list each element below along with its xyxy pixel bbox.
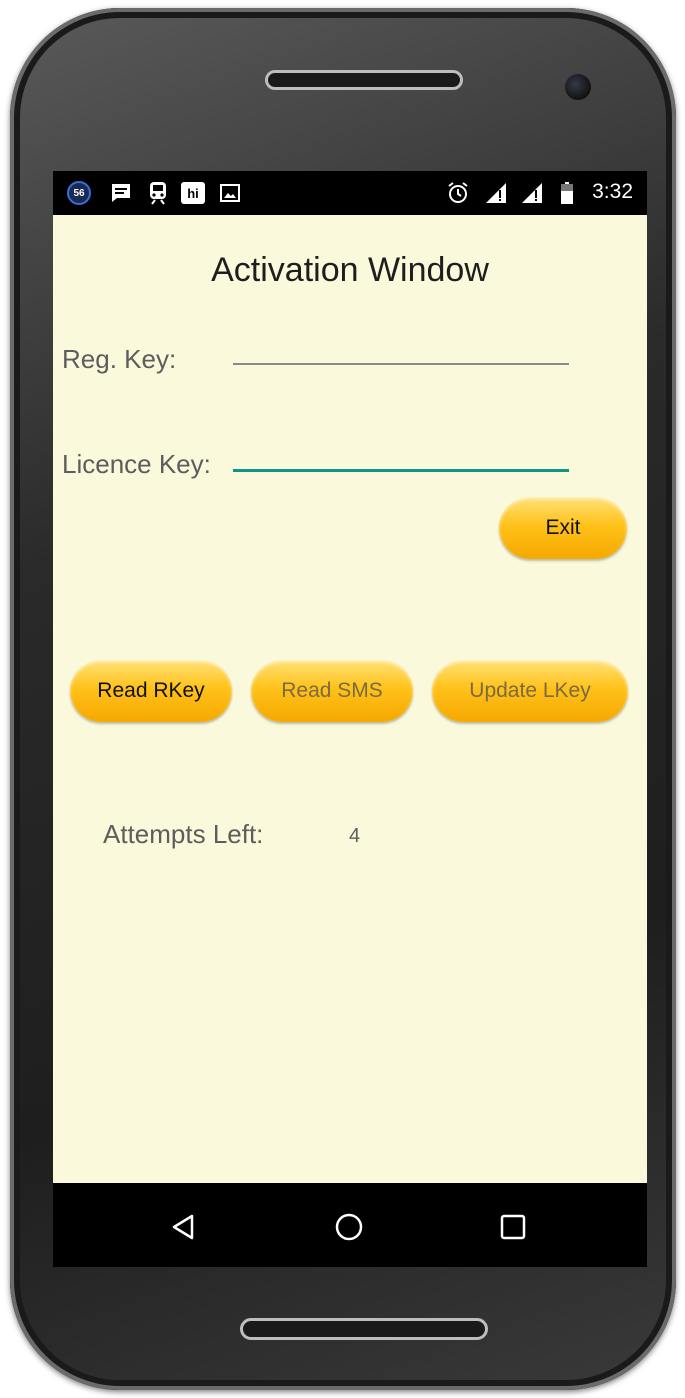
- update-lkey-button[interactable]: Update LKey: [432, 660, 628, 722]
- image-icon: [219, 181, 241, 205]
- licence-key-input[interactable]: [233, 433, 569, 472]
- page-title: Activation Window: [211, 251, 489, 289]
- status-bar: 56 hi 3:32: [53, 171, 647, 215]
- notification-count-icon: 56: [67, 181, 91, 205]
- signal-icon: [483, 181, 509, 205]
- home-icon[interactable]: [329, 1207, 369, 1247]
- read-sms-button[interactable]: Read SMS: [251, 660, 413, 722]
- front-camera: [565, 74, 591, 100]
- attempts-left-label: Attempts Left:: [103, 819, 264, 849]
- bottom-speaker: [240, 1318, 488, 1340]
- train-icon: [147, 181, 169, 205]
- battery-icon: [560, 181, 574, 205]
- alarm-icon: [446, 181, 470, 205]
- reg-key-input[interactable]: [233, 327, 569, 365]
- attempts-left-value: 4: [349, 825, 361, 847]
- exit-button[interactable]: Exit: [499, 497, 627, 559]
- licence-key-label: Licence Key:: [62, 449, 211, 479]
- clock-time: 3:32: [592, 180, 633, 203]
- read-rkey-button[interactable]: Read RKey: [70, 660, 232, 722]
- hi-app-icon: hi: [181, 182, 205, 204]
- message-icon: [109, 181, 133, 205]
- signal-icon: [519, 181, 545, 205]
- back-icon[interactable]: [163, 1207, 203, 1247]
- earpiece-speaker: [265, 70, 463, 90]
- recent-apps-icon[interactable]: [493, 1207, 533, 1247]
- navigation-bar: [53, 1183, 647, 1267]
- phone-screen: 56 hi 3:32 Activation Window Reg. Key: L…: [53, 171, 647, 1267]
- reg-key-label: Reg. Key:: [62, 344, 177, 374]
